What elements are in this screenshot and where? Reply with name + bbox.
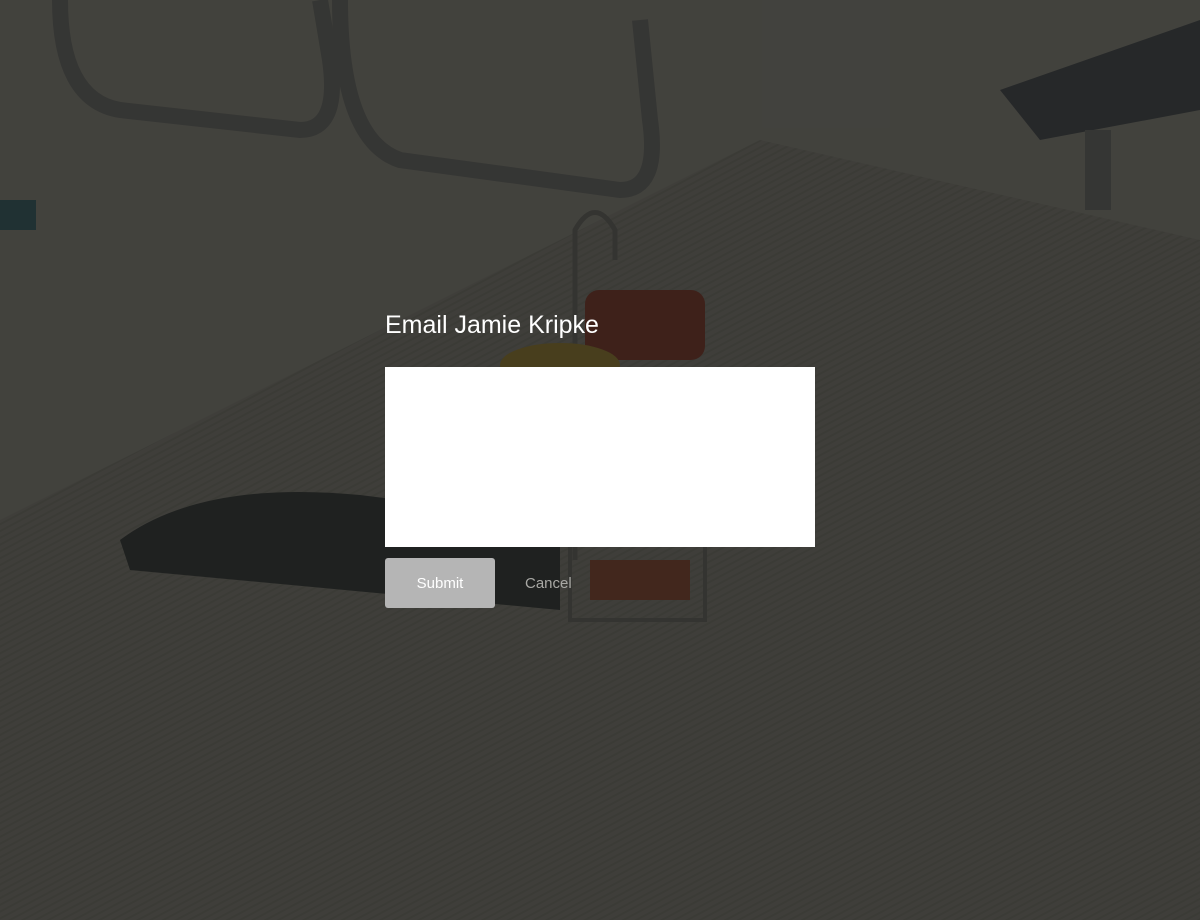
dialog-actions: Submit Cancel [385, 558, 815, 608]
cancel-link[interactable]: Cancel [525, 575, 572, 592]
dialog-title: Email Jamie Kripke [385, 311, 599, 339]
message-textarea[interactable] [385, 367, 815, 547]
submit-button[interactable]: Submit [385, 558, 495, 608]
page: Email Jamie Kripke Submit Cancel [0, 0, 1200, 920]
email-dialog: Email Jamie Kripke Submit Cancel [385, 305, 815, 608]
